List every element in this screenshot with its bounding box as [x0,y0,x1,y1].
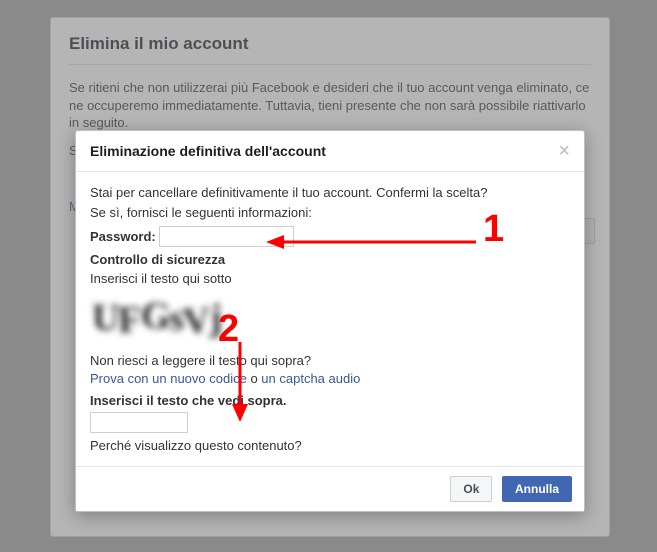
ok-button[interactable]: Ok [450,476,492,502]
captcha-help: Non riesci a leggere il testo qui sopra?… [90,352,570,388]
modal-body: Stai per cancellare definitivamente il t… [76,172,584,466]
captcha-input[interactable] [90,412,188,433]
security-instruction: Inserisci il testo qui sotto [90,270,570,288]
audio-captcha-link[interactable]: un captcha audio [261,371,360,386]
cant-read-text: Non riesci a leggere il testo qui sopra? [90,352,570,370]
new-code-link[interactable]: Prova con un nuovo codice [90,371,247,386]
captcha-image: UFGsVj [90,294,315,344]
security-check-title: Controllo di sicurezza [90,251,570,269]
why-link[interactable]: Perché visualizzo questo contenuto? [90,438,302,453]
modal-title: Eliminazione definitiva dell'account [90,143,326,159]
enter-text-label: Inserisci il testo che vedi sopra. [90,392,570,410]
password-input[interactable] [159,226,294,247]
modal-header: Eliminazione definitiva dell'account × [76,131,584,172]
password-row: Password: [90,226,570,247]
password-label: Password: [90,229,156,244]
modal-footer: Ok Annulla [76,466,584,511]
confirm-text-2: Se sì, fornisci le seguenti informazioni… [90,204,570,222]
confirm-text-1: Stai per cancellare definitivamente il t… [90,184,570,202]
or-text: o [247,371,261,386]
close-icon[interactable]: × [558,144,570,158]
cancel-button[interactable]: Annulla [502,476,572,502]
confirm-delete-modal: Eliminazione definitiva dell'account × S… [75,130,585,512]
